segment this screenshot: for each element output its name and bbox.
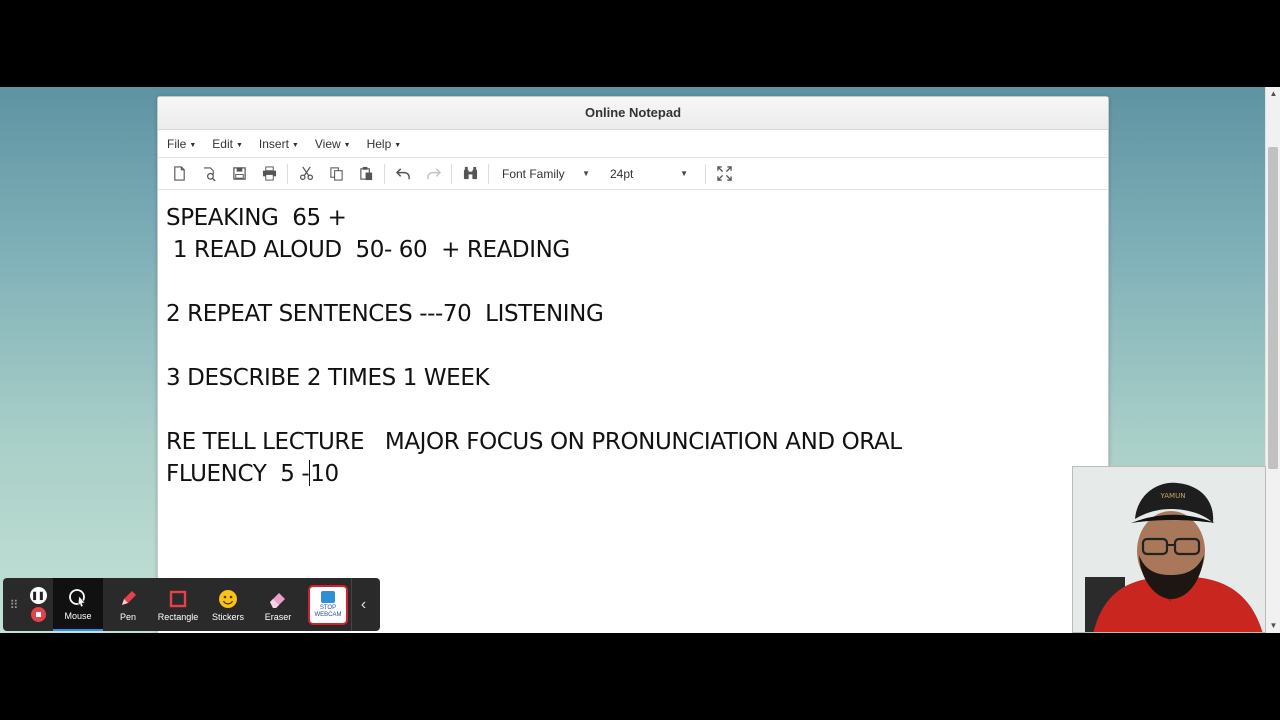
scroll-up-arrow-icon[interactable]: ▲ [1266,87,1280,101]
cut-button[interactable] [291,161,321,187]
copy-icon [329,167,343,181]
chevron-down-icon: ▼ [680,169,688,178]
mouse-tool-button[interactable]: Mouse [53,578,103,631]
font-family-select[interactable]: Font Family ▼ [496,161,596,187]
menubar: File ▼ Edit ▼ Insert ▼ View ▼ Help ▼ [158,130,1108,158]
save-icon [232,167,246,180]
toolbar-divider [287,163,288,184]
webcam-presenter-image: YAMUN [1073,467,1265,632]
window-title: Online Notepad [158,97,1108,130]
editor-line-active: FLUENCY 5 -10 [166,458,1100,490]
copy-button[interactable] [321,161,351,187]
save-button[interactable] [224,161,254,187]
stickers-tool-button[interactable]: Stickers [203,578,253,631]
scroll-down-arrow-icon[interactable]: ▼ [1266,619,1280,633]
recording-controls: ❚❚ [23,578,53,631]
menu-view[interactable]: View ▼ [315,137,351,151]
eraser-tool-button[interactable]: Eraser [253,578,303,631]
editor-line: 1 READ ALOUD 50- 60 + READING [166,237,570,263]
rectangle-tool-button[interactable]: Rectangle [153,578,203,631]
stop-webcam-button[interactable]: STOP WEBCAM [308,584,348,625]
menu-insert[interactable]: Insert ▼ [259,137,299,151]
fullscreen-icon [716,166,732,181]
scroll-thumb[interactable] [1268,147,1278,469]
print-icon [262,166,276,181]
redo-button[interactable] [418,161,448,187]
collapse-toolbar-chevron-icon[interactable]: ‹ [351,578,375,631]
new-file-icon [173,166,185,181]
toolbar-divider [705,163,706,184]
undo-icon [395,168,410,180]
chevron-down-icon: ▼ [235,141,243,149]
tool-label: Stickers [211,611,244,622]
eraser-icon [268,588,288,610]
screen-recorder-toolbar: ⠿ ❚❚ Mouse Pen Rectangle Stickers Eraser [3,578,380,631]
tool-label: Mouse [64,610,92,621]
menu-file[interactable]: File ▼ [167,137,196,151]
editor-toolbar: Font Family ▼ 24pt ▼ [158,158,1108,190]
webcam-button-label: STOP WEBCAM [314,604,342,618]
find-button[interactable] [455,161,485,187]
chevron-down-icon: ▼ [582,169,590,178]
tool-label: Rectangle [157,611,199,622]
editor-line: 2 REPEAT SENTENCES ---70 LISTENING [166,301,604,327]
pen-icon [119,588,137,610]
cut-icon [299,166,313,181]
font-size-value: 24pt [610,166,634,181]
toolbar-divider [384,163,385,184]
redo-icon [426,168,441,180]
pause-recording-button[interactable]: ❚❚ [29,587,47,604]
editor-line: SPEAKING 65 + [166,205,347,231]
mouse-pointer-icon [68,587,88,609]
pen-tool-button[interactable]: Pen [103,578,153,631]
undo-button[interactable] [388,161,418,187]
page-scrollbar[interactable]: ▲ ▼ [1265,87,1280,633]
editor-line: 3 DESCRIBE 2 TIMES 1 WEEK [166,365,490,391]
cap-logo-text: YAMUN [1160,492,1186,500]
chevron-down-icon: ▼ [291,141,299,149]
chevron-down-icon: ▼ [394,141,402,149]
notepad-window: Online Notepad File ▼ Edit ▼ Insert ▼ View ▼… [157,96,1109,633]
paste-button[interactable] [351,161,381,187]
toolbar-divider [451,163,452,184]
webcam-overlay: YAMUN [1072,466,1266,633]
sticker-smiley-icon [218,588,238,610]
new-file-button[interactable] [164,161,194,187]
open-file-button[interactable] [194,161,224,187]
font-size-select[interactable]: 24pt ▼ [604,161,694,187]
chevron-down-icon: ▼ [189,141,197,149]
tool-label: Eraser [264,611,292,622]
menu-help[interactable]: Help ▼ [367,137,402,151]
font-family-value: Font Family [502,166,565,181]
rectangle-icon [169,588,187,610]
tool-label: Pen [119,611,136,622]
open-file-icon [203,167,216,181]
text-editor-area[interactable]: SPEAKING 65 + 1 READ ALOUD 50- 60 + READ… [158,190,1108,490]
chevron-down-icon: ▼ [343,141,351,149]
text-before-cursor: FLUENCY 5 - [166,461,310,487]
stop-icon [35,612,41,617]
find-icon [463,166,477,180]
paste-icon [359,166,372,181]
letterbox-bottom [0,633,1280,720]
webcam-icon [321,590,335,603]
fullscreen-button[interactable] [709,161,739,187]
letterbox-top [0,0,1280,87]
editor-line: RE TELL LECTURE MAJOR FOCUS ON PRONUNCIA… [166,429,902,455]
text-after-cursor: 10 [310,461,339,487]
stop-recording-button[interactable] [30,607,46,622]
menu-edit[interactable]: Edit ▼ [212,137,243,151]
print-button[interactable] [254,161,284,187]
drag-handle-icon[interactable]: ⠿ [3,598,23,612]
toolbar-divider [488,163,489,184]
